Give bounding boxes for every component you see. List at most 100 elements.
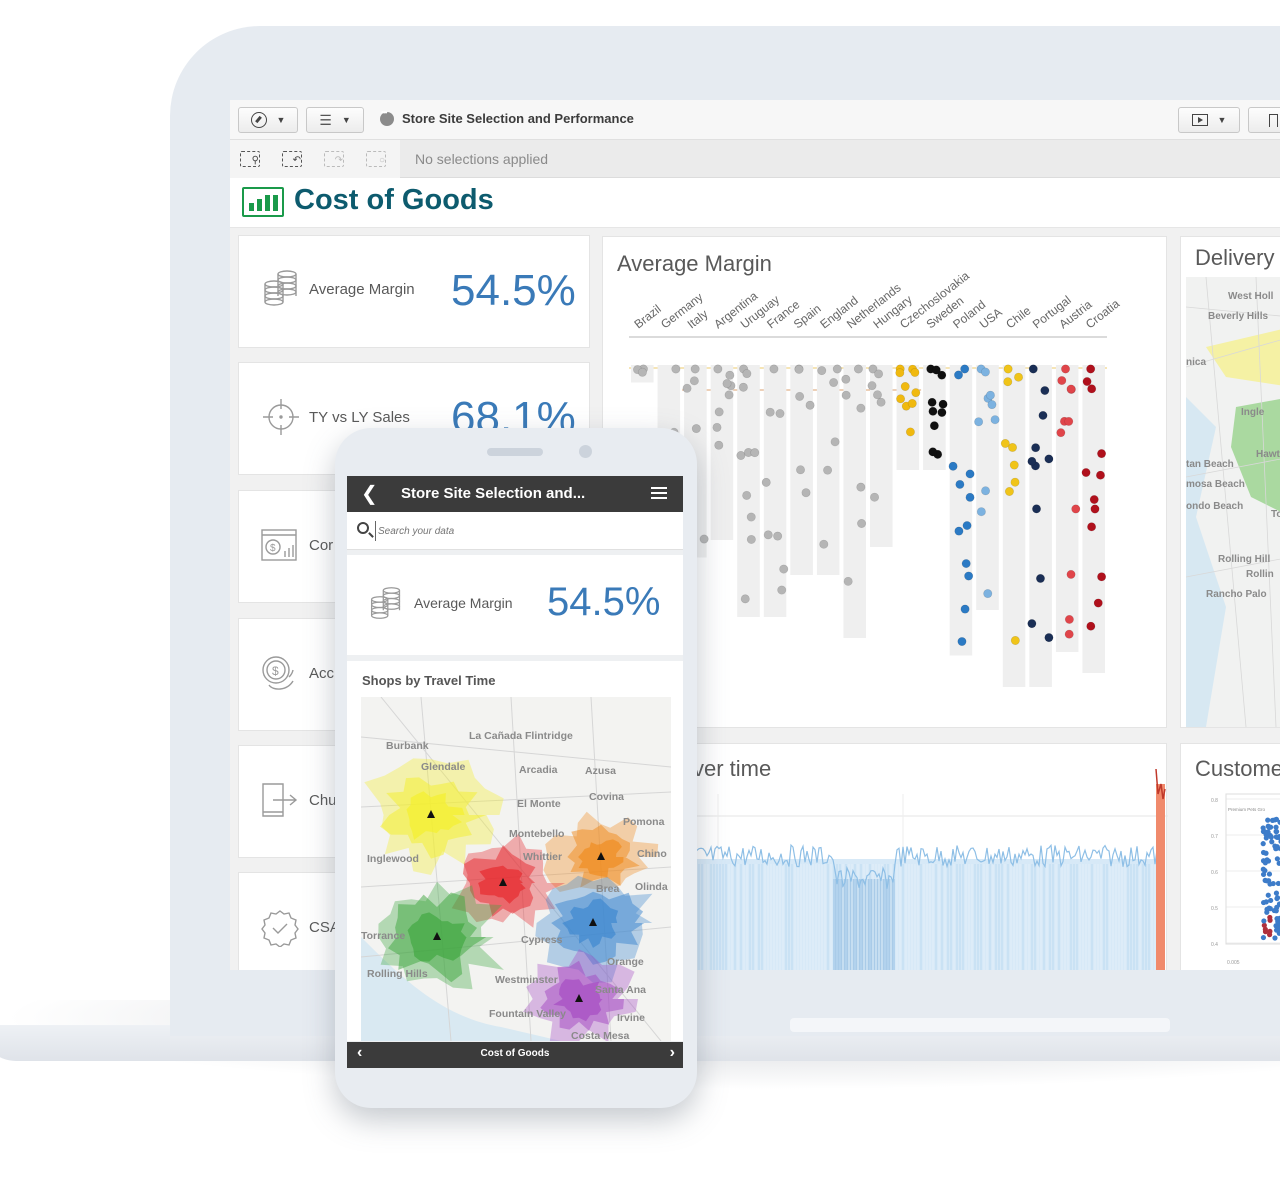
data-point <box>1260 899 1267 906</box>
app-title-text: Store Site Selection and Performance <box>402 111 634 126</box>
kpi-label: Chu <box>309 792 337 809</box>
data-point <box>1081 468 1091 478</box>
data-point <box>1064 614 1074 624</box>
data-point <box>1014 372 1024 382</box>
mobile-search-input[interactable] <box>375 521 655 541</box>
map-place-label: Rolling Hills <box>367 968 428 980</box>
category-band <box>737 365 760 617</box>
kpi-label: Acc <box>309 665 335 682</box>
data-point <box>796 465 806 475</box>
data-point <box>948 461 958 471</box>
laptop-trackpad-slot <box>790 1018 1170 1032</box>
phone-speaker <box>487 448 543 456</box>
data-point <box>896 394 906 404</box>
data-point <box>905 427 915 437</box>
map-place-label: mosa Beach <box>1186 479 1245 490</box>
present-icon <box>1191 114 1208 126</box>
data-point <box>895 368 905 378</box>
data-point <box>1263 831 1269 838</box>
map-place-label: Beverly Hills <box>1208 311 1268 322</box>
data-point <box>712 422 722 432</box>
phone-device: ❮ Store Site Selection and... Average Ma… <box>335 428 697 1108</box>
data-point <box>773 531 783 541</box>
data-point <box>775 409 785 419</box>
delivery-map[interactable]: West Holl Beverly Hills nica Ingle Hawt tan B… <box>1186 277 1280 727</box>
data-point <box>954 526 964 536</box>
shops-by-travel-time-card[interactable]: Shops by Travel Time La Cañada Flintridg… <box>347 661 683 1041</box>
customer-chart-card[interactable]: Custome 0.8 0.7 0.6 0.5 0.4 Premium Pets Gro 0… <box>1180 743 1280 970</box>
data-point <box>1274 895 1280 902</box>
map-place-label: Hawt <box>1256 449 1280 460</box>
data-point <box>1264 909 1270 915</box>
map-place-label: Chino <box>637 848 667 860</box>
data-point <box>976 507 986 517</box>
bookmark-button[interactable] <box>1248 107 1280 133</box>
data-point <box>1000 438 1010 448</box>
app-title: Store Site Selection and Performance <box>380 108 634 126</box>
travel-time-map[interactable]: La Cañada Flintridge Burbank Glendale Arcad… <box>361 697 671 1041</box>
data-point <box>1086 621 1096 631</box>
map-place-label: Costa Mesa <box>571 1030 630 1041</box>
data-point <box>1264 857 1270 863</box>
data-point <box>713 364 723 374</box>
map-place-label: Whittier <box>523 851 562 863</box>
map-place-label: ondo Beach <box>1186 501 1243 512</box>
navigation-menu-button[interactable]: ▼ <box>238 107 298 133</box>
exit-door-icon <box>262 783 298 817</box>
map-place-label: Glendale <box>421 761 466 773</box>
step-forward-icon[interactable]: ↷ <box>324 151 344 167</box>
data-point <box>794 364 804 374</box>
mobile-kpi-card[interactable]: Average Margin 54.5% <box>347 555 683 655</box>
data-point <box>746 534 756 544</box>
data-point <box>900 382 910 392</box>
data-point <box>1031 443 1041 453</box>
coins-icon <box>370 587 401 619</box>
data-point <box>689 376 699 386</box>
data-point <box>817 366 827 376</box>
phone-camera <box>579 445 592 458</box>
data-point <box>1010 477 1020 487</box>
smart-search-icon[interactable]: ⚲ <box>240 151 260 167</box>
back-chevron-icon[interactable]: ❮ <box>361 481 378 506</box>
sheet-list-button[interactable]: ☰ ▼ <box>306 107 364 133</box>
data-point <box>1273 828 1279 835</box>
series-label: Premium Pets Gro <box>1228 807 1266 812</box>
coins-icon <box>264 270 297 306</box>
data-point <box>985 390 995 400</box>
present-button[interactable]: ▼ <box>1178 107 1240 133</box>
data-point <box>1044 633 1054 643</box>
data-point <box>974 417 984 427</box>
step-back-icon[interactable]: ↶ <box>282 151 302 167</box>
data-point <box>907 398 917 408</box>
data-point <box>857 519 867 529</box>
data-point <box>740 594 750 604</box>
map-place-label: Torrance <box>361 930 405 942</box>
data-point <box>1057 376 1067 386</box>
data-point <box>714 407 724 417</box>
selection-tools: ⚲ ↶ ↷ ○ <box>230 140 400 178</box>
marketing-composite: ▼ ☰ ▼ Store Site Selection and Performan… <box>0 0 1280 1200</box>
data-point <box>1038 410 1048 420</box>
map-place-label: Irvine <box>617 1012 645 1024</box>
data-point <box>761 477 771 487</box>
clear-selections-icon[interactable]: ○ <box>366 151 386 167</box>
data-point <box>1090 504 1100 514</box>
data-point <box>1095 470 1105 480</box>
mobile-footer-nav: ‹ Cost of Goods › <box>347 1042 683 1068</box>
kpi-card-average-margin[interactable]: Average Margin 54.5% <box>238 235 590 348</box>
data-point <box>1267 928 1273 934</box>
data-point <box>1010 635 1020 645</box>
hamburger-menu-icon[interactable] <box>651 487 667 499</box>
map-place-label: Fountain Valley <box>489 1008 566 1020</box>
delivery-map-card[interactable]: Delivery West Holl Beverly Hills nica Ingle… <box>1180 236 1280 728</box>
category-band <box>896 365 920 470</box>
map-place-label: La Cañada Flintridge <box>469 730 573 742</box>
category-band <box>949 365 973 656</box>
data-point <box>910 367 920 377</box>
kpi-label: Cor <box>309 537 334 554</box>
selections-bar: ⚲ ↶ ↷ ○ No selections applied <box>230 140 1280 178</box>
bar-chart-icon <box>242 187 284 217</box>
next-sheet-icon[interactable]: › <box>670 1044 675 1062</box>
data-point <box>1003 364 1013 374</box>
y-tick-label: 0.7 <box>1211 834 1218 840</box>
